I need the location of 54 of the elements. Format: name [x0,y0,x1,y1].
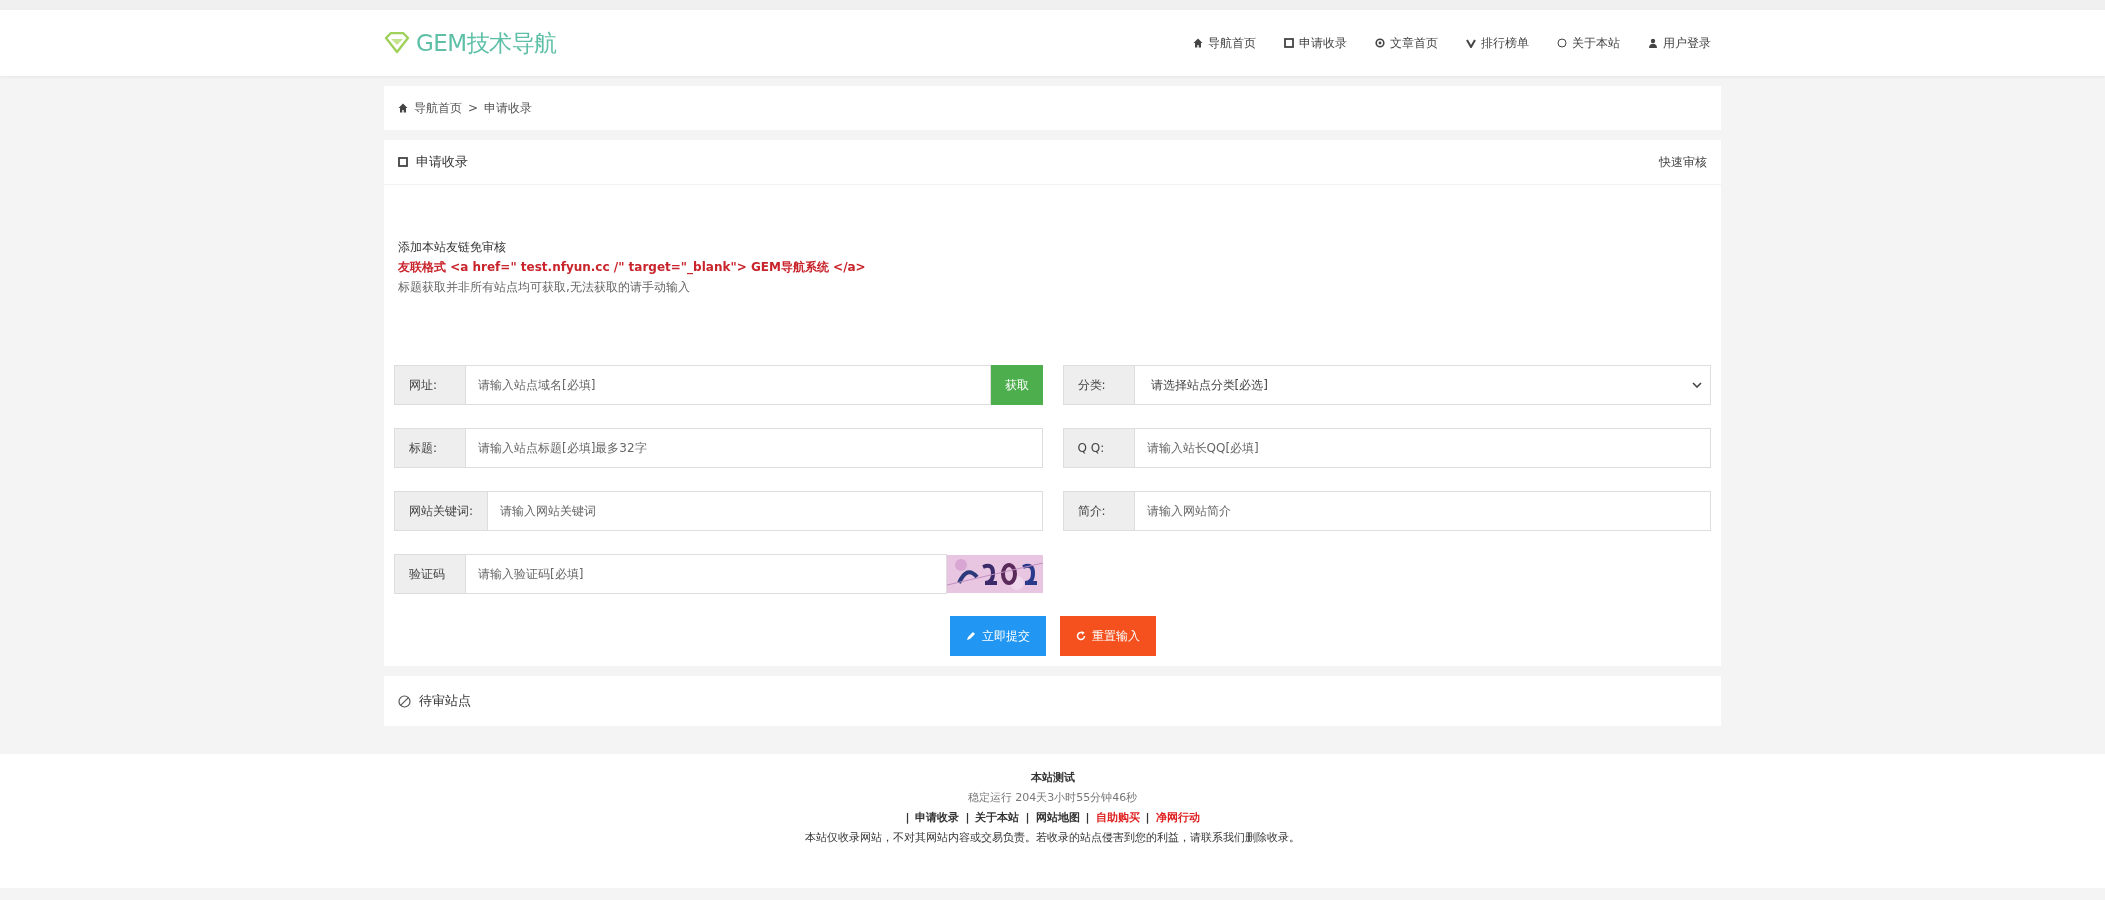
user-icon [1648,38,1658,48]
nav-link[interactable]: 排行榜单 [1466,34,1529,52]
field-label: 标题: [394,428,466,468]
square-icon [1284,38,1294,48]
input-field[interactable]: 请输入站点域名[必填] [466,365,991,405]
link-separator: | [1025,810,1030,826]
footer-link[interactable]: 净网行动 [1155,808,1200,828]
nav-link[interactable]: 文章首页 [1375,34,1438,52]
note-text: 添加本站友链免审核 [398,239,507,256]
note-text: 友联格式 <a href=" test.nfyun.cc /" target="_blank"> GEM导航系统 </a> [398,259,867,277]
input-field[interactable]: 请输入网站关键词 [488,491,1043,531]
refresh-icon [1075,631,1086,641]
link-separator: | [905,810,910,826]
category-select[interactable]: 请选择站点分类[必选] [1134,365,1711,405]
input-field[interactable]: 请输入站长QQ[必填] [1134,428,1711,468]
circle-dot-icon [1375,38,1385,48]
link-separator: | [1085,810,1090,826]
logo-icon [384,32,410,54]
breadcrumb-separator: > [468,101,479,115]
link-separator: | [965,810,970,826]
home-icon [1193,38,1203,48]
nav-link[interactable]: 关于本站 [1557,34,1620,52]
field-label: Q Q: [1062,428,1135,468]
link-separator: | [1145,810,1150,826]
input-field[interactable]: 请输入站点标题[必填]最多32字 [466,428,1043,468]
caret-icon [1692,382,1702,388]
uptime-text: 稳定运行 204天3小时55分钟46秒 [966,790,1139,806]
nav-link[interactable]: 用户登录 [1648,34,1711,52]
note-text: 标题获取并非所有站点均可获取,无法获取的请手动输入 [398,279,691,296]
input-field[interactable]: 请输入验证码[必填] [466,554,947,594]
home-icon [398,103,408,113]
footer-link[interactable]: 自助购买 [1095,808,1140,828]
breadcrumb-link[interactable]: 导航首页 [414,99,462,117]
footer-link[interactable]: 关于本站 [975,808,1020,828]
pencil-icon [965,631,976,641]
nav-link[interactable]: 导航首页 [1193,34,1256,52]
breadcrumb-link[interactable]: 申请收录 [484,99,533,117]
field-label: 简介: [1062,491,1135,531]
disclaimer-text: 本站仅收录网站，不对其网站内容或交易负责。若收录的站点侵害到您的利益，请联系我们删除收录。 [804,830,1301,846]
field-label: 分类: [1062,365,1135,405]
input-field[interactable]: 请输入网站简介 [1134,491,1711,531]
field-label: 网址: [394,365,466,405]
section-title: 待审站点 [419,692,471,710]
site-name: 本站测试 [1029,770,1076,786]
ban-icon [398,694,411,708]
footer-link[interactable]: 申请收录 [915,808,960,828]
circle-icon [1557,38,1567,48]
chevron-icon [1466,38,1476,48]
footer-link[interactable]: 网站地图 [1035,808,1080,828]
field-label: 验证码 [394,554,466,594]
card-title: 申请收录 [416,153,468,171]
nav-link[interactable]: 申请收录 [1284,34,1347,52]
field-label: 网站关键词: [394,491,489,531]
quick-review-link[interactable]: 快速审核 [1659,153,1707,171]
